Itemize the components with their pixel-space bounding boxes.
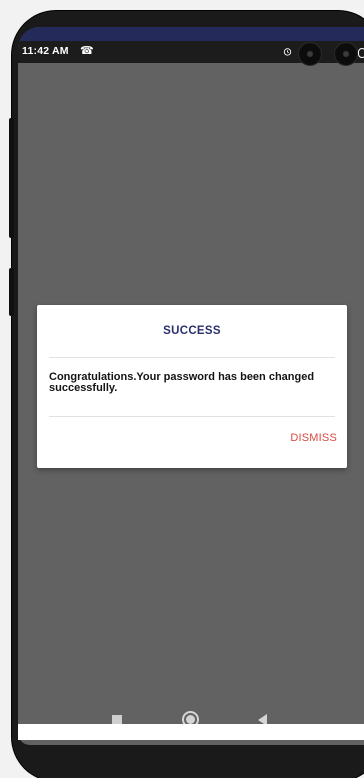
- phone-bottom-bezel: [18, 724, 364, 740]
- camera-icon: [334, 42, 358, 66]
- battery-icon: [358, 48, 364, 58]
- phone-side-button: [9, 268, 14, 316]
- page: 11:42 AM ☎ SUCCESS Congratulations.Your …: [0, 0, 364, 778]
- dismiss-button[interactable]: DISMISS: [290, 432, 337, 444]
- status-time: 11:42 AM: [22, 45, 69, 57]
- alarm-icon: [283, 48, 292, 56]
- dialog-message: Congratulations.Your password has been c…: [49, 371, 315, 394]
- dialog-title: SUCCESS: [163, 325, 221, 337]
- phone-side-button: [9, 118, 14, 238]
- divider: [49, 357, 335, 358]
- status-bar: 11:42 AM ☎: [18, 41, 364, 66]
- phone-screen: 11:42 AM ☎ SUCCESS Congratulations.Your …: [18, 27, 364, 745]
- divider: [49, 416, 335, 417]
- missed-call-icon: ☎: [80, 45, 94, 57]
- status-bar-accent: [18, 27, 364, 41]
- camera-icon: [298, 42, 322, 66]
- success-dialog: SUCCESS Congratulations.Your password ha…: [37, 305, 347, 468]
